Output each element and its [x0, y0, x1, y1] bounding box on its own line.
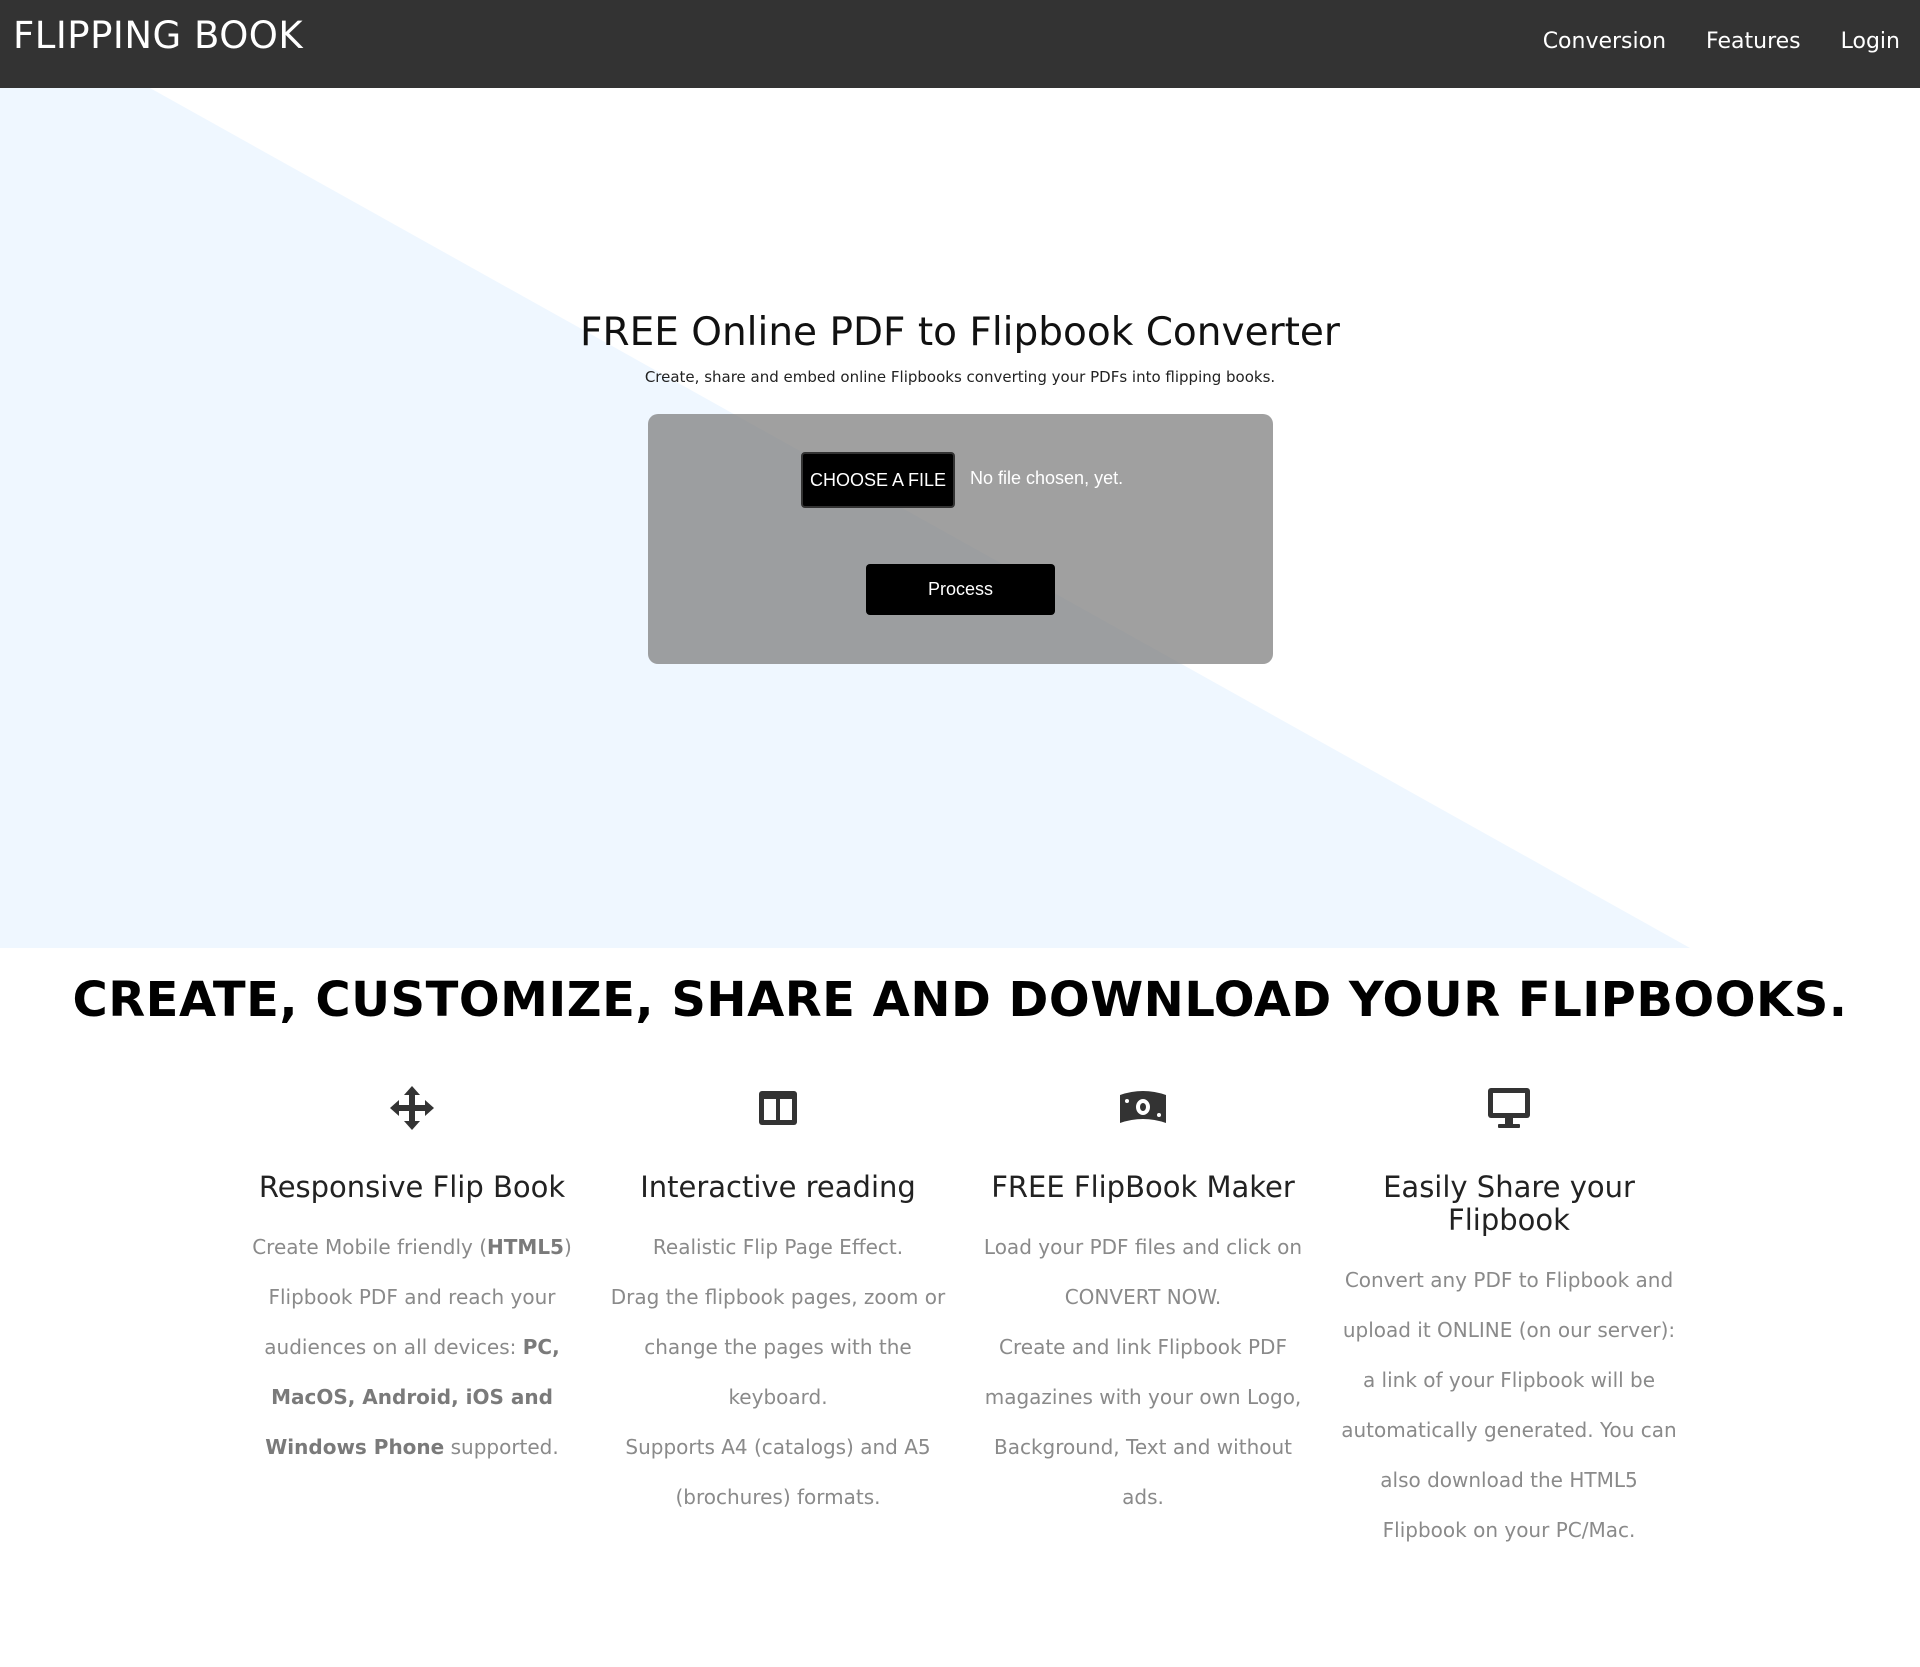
feature-description: Create Mobile friendly (HTML5) Flipbook …: [252, 1235, 572, 1459]
feature-description: Realistic Flip Page Effect. Drag the fli…: [610, 1235, 946, 1509]
money-bill-icon: [1120, 1091, 1166, 1123]
brand-logo[interactable]: FLIPPING BOOK: [13, 14, 303, 57]
nav-link-features[interactable]: Features: [1706, 29, 1801, 54]
feature-description: Load your PDF files and click on CONVERT…: [983, 1235, 1303, 1509]
desktop-monitor-icon: [1488, 1088, 1530, 1128]
feature-title: FREE FlipBook Maker: [991, 1170, 1295, 1204]
choose-file-button[interactable]: CHOOSE A FILE: [801, 452, 955, 508]
feature-share: Easily Share your Flipbook Convert any P…: [1339, 1085, 1679, 1555]
feature-free-maker: FREE FlipBook Maker Load your PDF files …: [973, 1085, 1313, 1522]
feature-title: Interactive reading: [640, 1170, 916, 1204]
hero-title: FREE Online PDF to Flipbook Converter: [580, 310, 1340, 355]
file-status-text: No file chosen, yet.: [970, 468, 1124, 488]
process-button[interactable]: Process: [866, 564, 1055, 615]
hero-subtitle: Create, share and embed online Flipbooks…: [644, 368, 1276, 386]
feature-title: Easily Share your Flipbook: [1383, 1170, 1635, 1237]
hero-section: FREE Online PDF to Flipbook Converter Cr…: [0, 88, 1920, 948]
features-section-title: CREATE, CUSTOMIZE, SHARE AND DOWNLOAD YO…: [72, 972, 1848, 1028]
top-navbar: FLIPPING BOOK Conversion Features Login: [0, 0, 1920, 88]
feature-interactive: Interactive reading Realistic Flip Page …: [608, 1085, 948, 1522]
feature-responsive: Responsive Flip Book Create Mobile frien…: [242, 1085, 582, 1472]
columns-icon: [759, 1091, 797, 1125]
move-arrows-icon: [390, 1086, 434, 1130]
feature-description: Convert any PDF to Flipbook and upload i…: [1341, 1268, 1677, 1542]
nav-links: Conversion Features Login: [1543, 29, 1900, 54]
nav-link-conversion[interactable]: Conversion: [1543, 29, 1666, 54]
nav-link-login[interactable]: Login: [1841, 29, 1900, 54]
feature-title: Responsive Flip Book: [258, 1170, 566, 1204]
upload-panel: CHOOSE A FILE No file chosen, yet. Proce…: [648, 414, 1273, 664]
